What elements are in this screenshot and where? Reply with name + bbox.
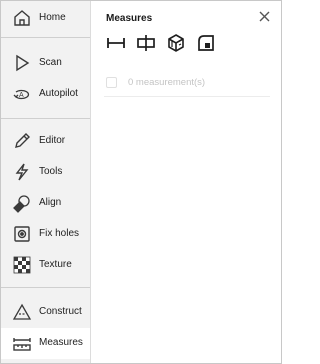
sidebar-item-texture[interactable]: Texture — [1, 250, 90, 281]
close-icon — [259, 9, 270, 27]
fix-holes-icon — [11, 223, 33, 245]
sidebar-item-editor[interactable]: Editor — [1, 126, 90, 157]
select-all-checkbox[interactable] — [106, 77, 117, 88]
sidebar-item-label: Align — [39, 197, 62, 208]
distance-measure-icon — [106, 33, 126, 58]
lightning-icon — [11, 161, 33, 183]
ruler-icon — [11, 332, 33, 354]
sidebar-item-label: Editor — [39, 135, 66, 146]
sidebar-item-label: Tools — [39, 166, 63, 177]
svg-text:A: A — [19, 92, 24, 99]
measures-panel: Measures 0 measurement(s) — [92, 1, 281, 363]
sidebar-item-measures[interactable]: Measures — [1, 328, 90, 359]
align-shapes-icon — [11, 192, 33, 214]
app-window: Home Scan A Autopilot Editor Tools Align… — [0, 0, 282, 364]
volume-measure-button[interactable] — [165, 33, 187, 58]
caliper-measure-icon — [136, 33, 156, 58]
panel-title: Measures — [106, 13, 153, 24]
sidebar-item-label: Autopilot — [39, 88, 78, 99]
sidebar-item-construct[interactable]: Construct — [1, 297, 90, 328]
home-icon — [11, 7, 33, 29]
distance-measure-button[interactable] — [105, 34, 127, 56]
area-measure-button[interactable] — [195, 34, 217, 56]
sidebar-divider — [1, 287, 90, 288]
triangle-construct-icon — [11, 301, 33, 323]
sidebar-item-autopilot[interactable]: A Autopilot — [1, 79, 90, 110]
sidebar-item-fix-holes[interactable]: Fix holes — [1, 219, 90, 250]
sidebar-item-scan[interactable]: Scan — [1, 48, 90, 79]
sidebar-item-label: Texture — [39, 259, 72, 270]
sidebar-divider — [1, 37, 90, 38]
measurement-count: 0 measurement(s) — [128, 77, 206, 88]
measurement-summary-row: 0 measurement(s) — [104, 71, 270, 97]
play-triangle-icon — [11, 52, 33, 74]
volume-cube-icon — [166, 33, 186, 58]
sidebar: Home Scan A Autopilot Editor Tools Align… — [1, 1, 91, 363]
autopilot-rotate-icon: A — [11, 83, 33, 105]
sidebar-item-label: Construct — [39, 306, 82, 317]
sidebar-item-label: Scan — [39, 57, 62, 68]
sidebar-divider — [1, 118, 90, 119]
caliper-measure-button[interactable] — [135, 34, 157, 56]
area-measure-icon — [196, 33, 216, 58]
sidebar-item-label: Measures — [39, 337, 83, 348]
sidebar-item-label: Home — [39, 12, 66, 23]
sidebar-item-label: Fix holes — [39, 228, 80, 239]
sidebar-item-tools[interactable]: Tools — [1, 157, 90, 188]
close-button[interactable] — [256, 10, 272, 26]
pencil-icon — [11, 130, 33, 152]
sidebar-item-home[interactable]: Home — [1, 3, 90, 34]
checker-texture-icon — [11, 254, 33, 276]
sidebar-item-align[interactable]: Align — [1, 188, 90, 219]
